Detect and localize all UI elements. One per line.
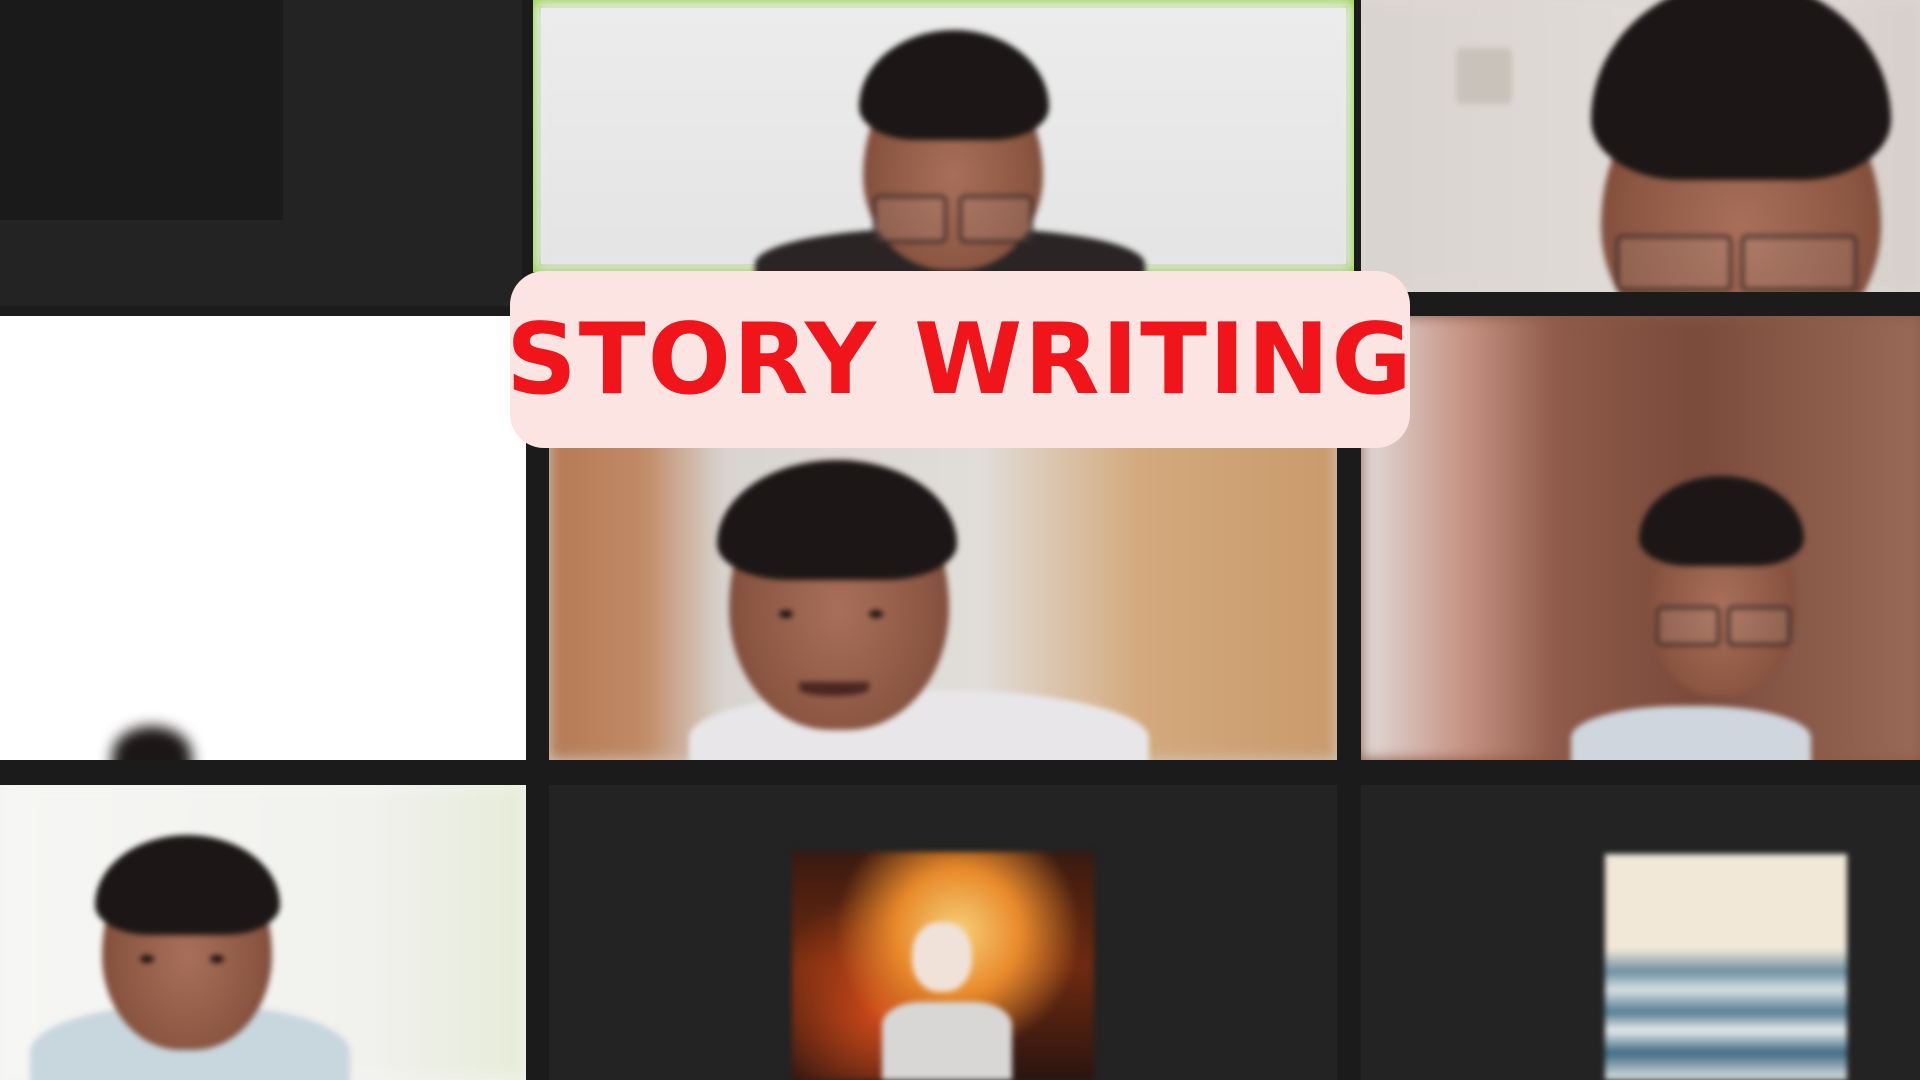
participant-tile-middle-right[interactable] (1361, 316, 1920, 760)
participant-tile-bottom-center[interactable] (549, 785, 1337, 1080)
anime-flame-avatar-image (792, 852, 1094, 1080)
participant-tile-bottom-left[interactable] (0, 785, 526, 1080)
participant-tile-top-center[interactable] (533, 0, 1354, 272)
participant-tile-middle-center[interactable] (549, 420, 1337, 760)
banner-title: STORY WRITING (506, 302, 1414, 417)
participant-tile-top-right[interactable] (1361, 0, 1920, 292)
participant-video (549, 420, 1337, 760)
meeting-gallery: STORY WRITING (0, 0, 1920, 1080)
participant-tile-top-left[interactable] (0, 0, 522, 306)
avatar-character-face (912, 922, 972, 992)
participant-video (0, 785, 526, 1080)
video-off-placeholder (0, 0, 283, 220)
participant-video (533, 0, 1354, 272)
ocean-waves-avatar-image (1605, 854, 1847, 1080)
avatar-character-body (882, 1002, 1012, 1080)
participant-head-partial (112, 726, 192, 760)
participant-video (1361, 316, 1920, 760)
title-banner: STORY WRITING (506, 271, 1412, 448)
participant-tile-middle-left[interactable] (0, 316, 526, 760)
participant-video (1361, 0, 1920, 292)
participant-tile-bottom-right[interactable] (1361, 785, 1920, 1080)
